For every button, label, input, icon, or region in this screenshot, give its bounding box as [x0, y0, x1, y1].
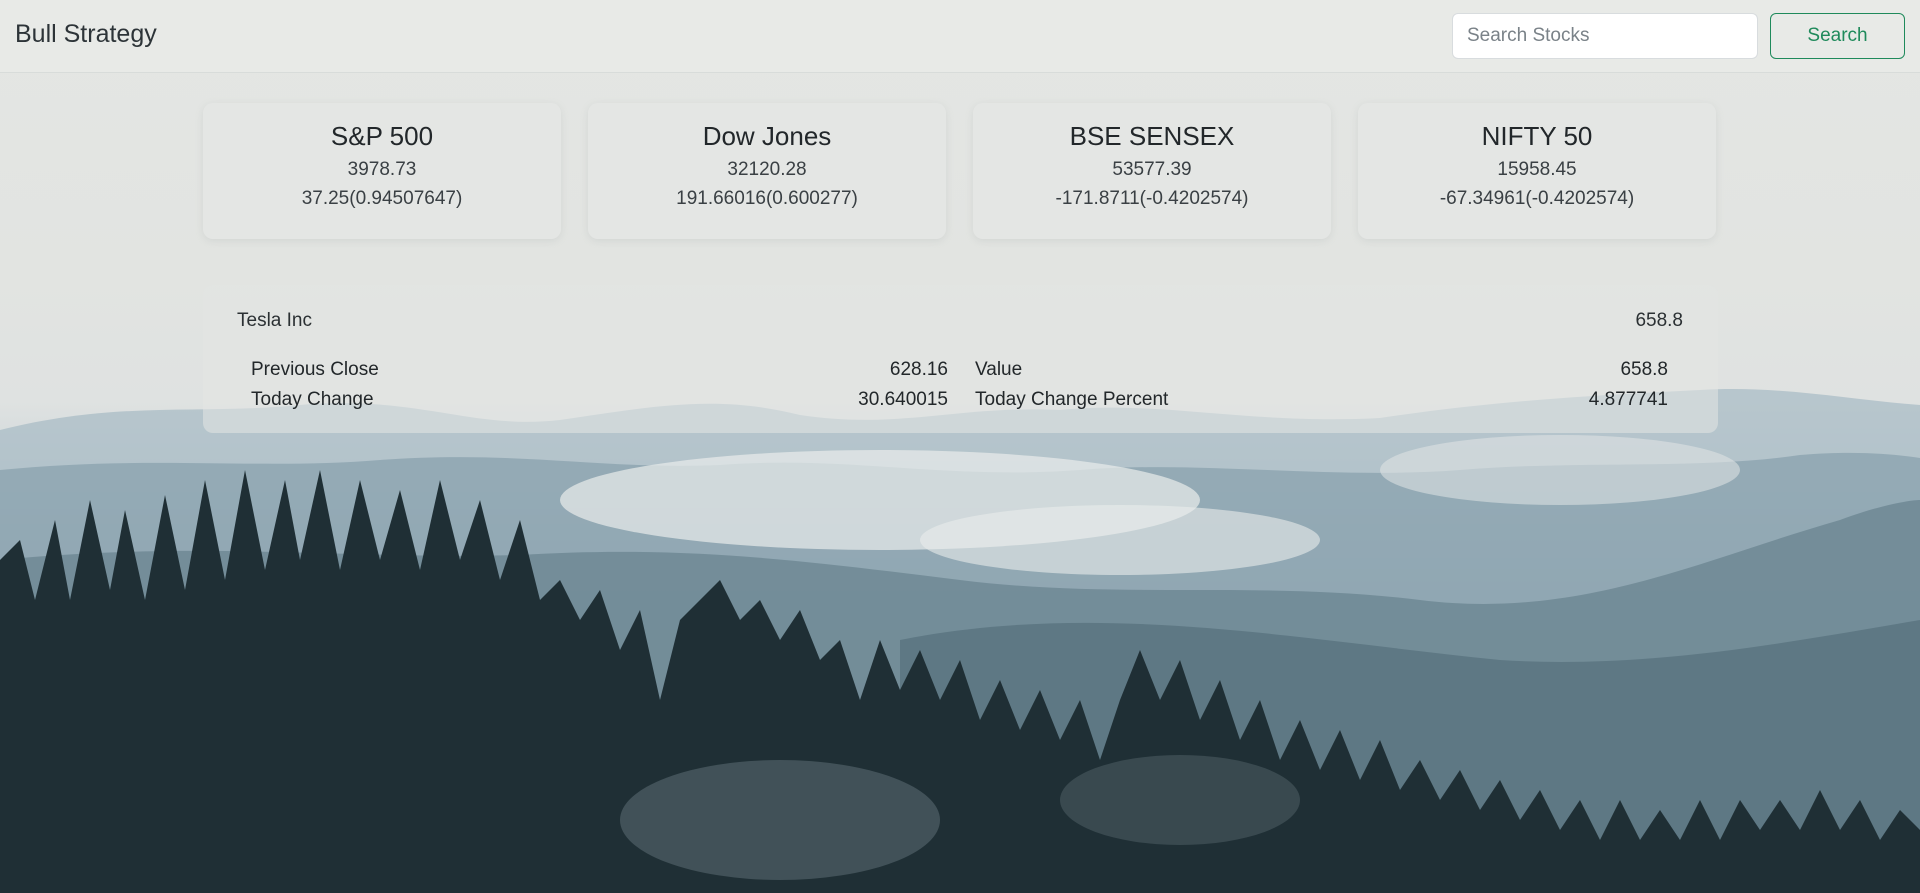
index-card-dow-jones: Dow Jones 32120.28 191.66016(0.600277)	[588, 103, 946, 239]
index-value: 3978.73	[347, 159, 417, 180]
index-change: 37.25(0.94507647)	[301, 188, 463, 209]
index-change: 191.66016(0.600277)	[676, 188, 858, 209]
stock-detail-panel: Tesla Inc 658.8 Previous Close 628.16 To…	[203, 285, 1718, 433]
index-change: -67.34961(-0.4202574)	[1439, 188, 1635, 209]
index-change: -171.8711(-0.4202574)	[1055, 188, 1249, 209]
stock-name: Tesla Inc	[237, 310, 312, 331]
index-card-sp500: S&P 500 3978.73 37.25(0.94507647)	[203, 103, 561, 239]
previous-close-value: 628.16	[889, 359, 948, 380]
brand-logo-text[interactable]: Bull Strategy	[15, 20, 157, 49]
today-change-label: Today Change	[251, 389, 374, 410]
index-name: BSE SENSEX	[1069, 121, 1235, 151]
today-change-percent-value: 4.877741	[1588, 389, 1668, 410]
index-value: 53577.39	[1112, 159, 1192, 180]
index-card-bse-sensex: BSE SENSEX 53577.39 -171.8711(-0.4202574…	[973, 103, 1331, 239]
top-navbar: Bull Strategy Search	[0, 0, 1920, 73]
value-label: Value	[975, 359, 1023, 380]
index-value: 32120.28	[727, 159, 807, 180]
stock-price: 658.8	[1635, 310, 1683, 331]
today-change-value: 30.640015	[858, 389, 948, 410]
previous-close-label: Previous Close	[251, 359, 379, 380]
value-value: 658.8	[1620, 359, 1668, 380]
index-name: NIFTY 50	[1481, 121, 1593, 151]
index-card-nifty-50: NIFTY 50 15958.45 -67.34961(-0.4202574)	[1358, 103, 1716, 239]
index-name: Dow Jones	[702, 121, 832, 151]
search-button[interactable]: Search	[1770, 13, 1905, 59]
index-name: S&P 500	[330, 121, 434, 151]
search-stocks-input[interactable]	[1452, 13, 1758, 59]
index-value: 15958.45	[1497, 159, 1577, 180]
today-change-percent-label: Today Change Percent	[975, 389, 1169, 410]
